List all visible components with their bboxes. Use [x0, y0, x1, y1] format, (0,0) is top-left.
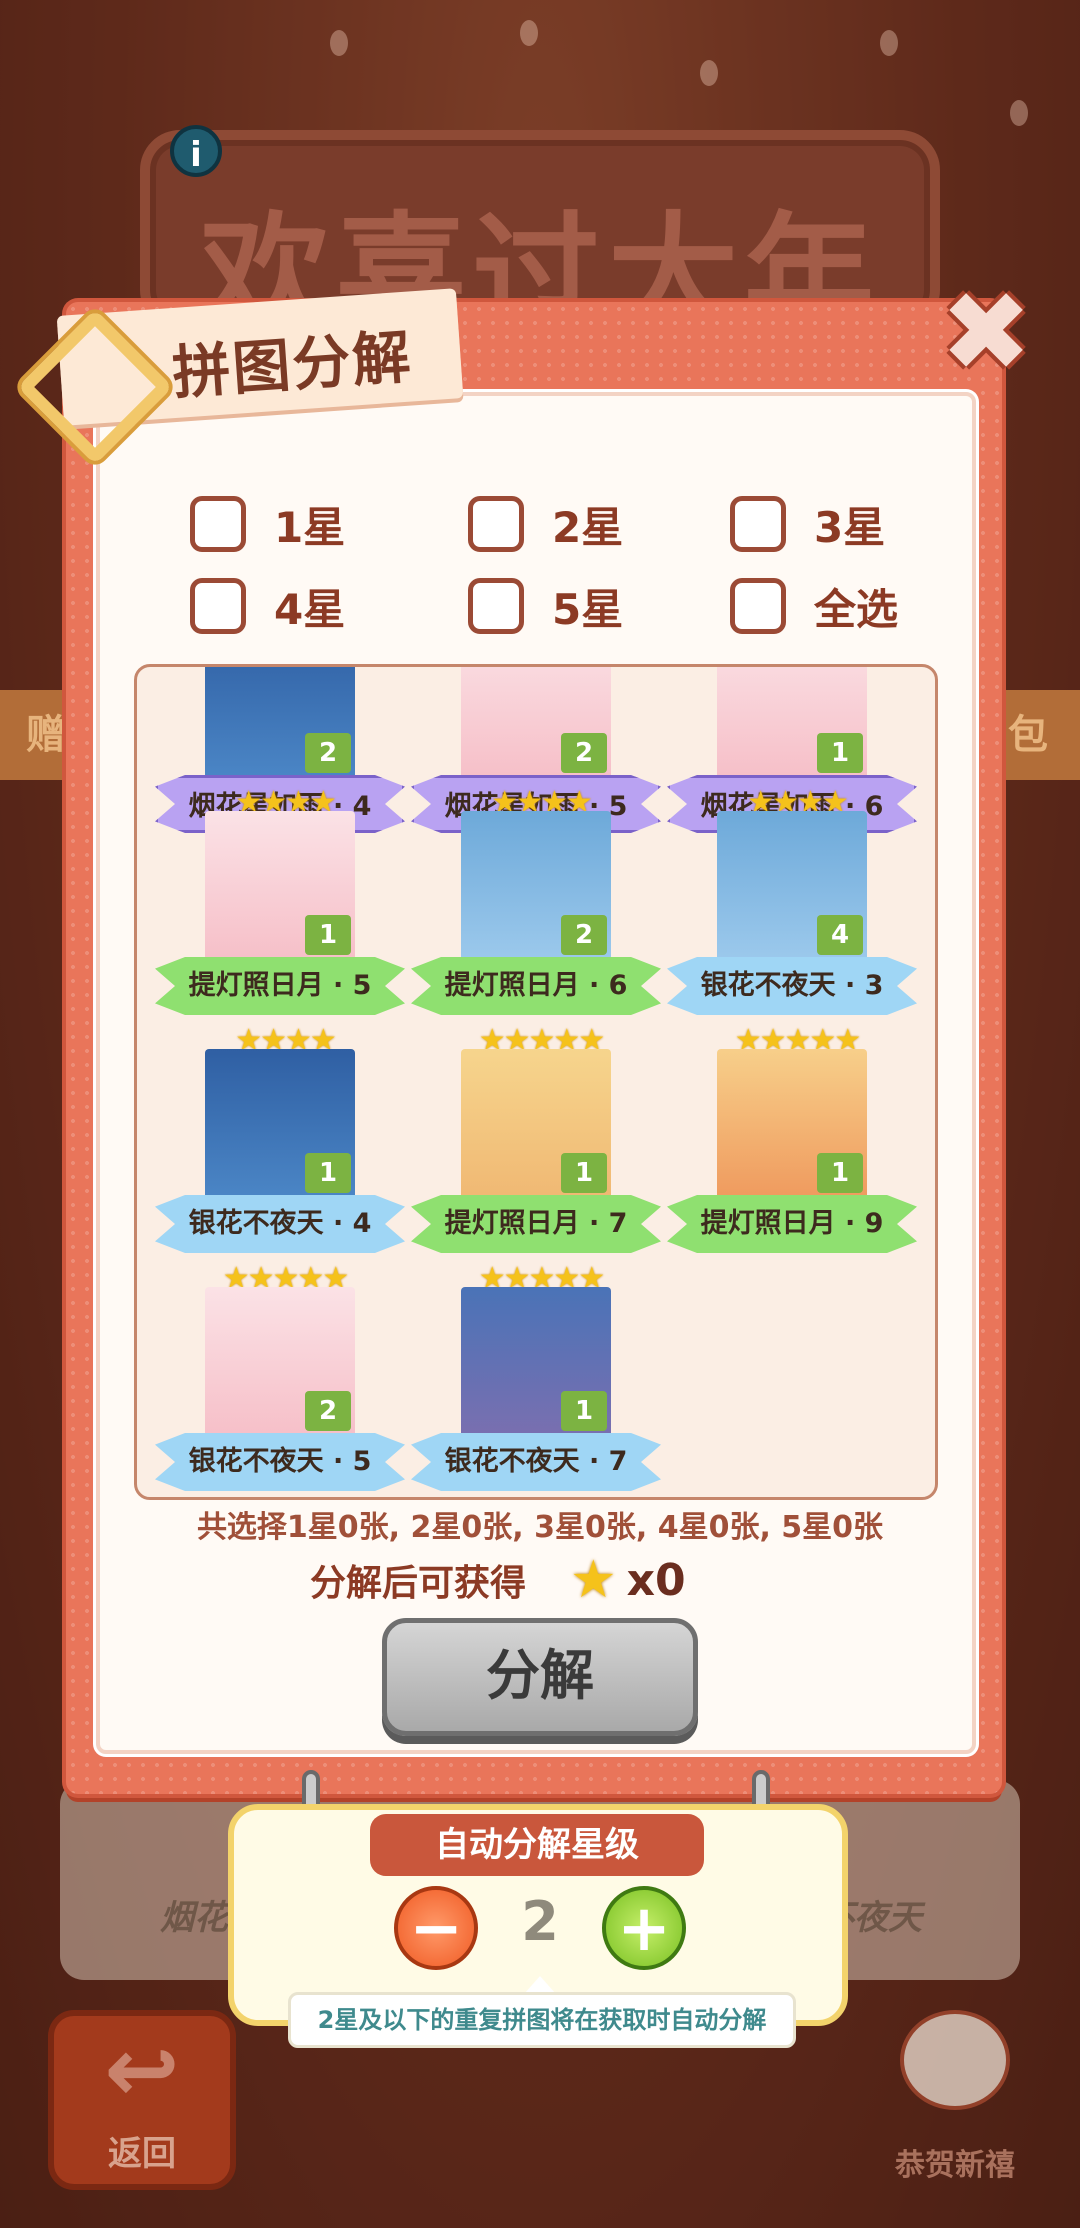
mascot-label: 恭贺新禧	[895, 2148, 1015, 2183]
decrease-star-level-button[interactable]: −	[394, 1886, 478, 1970]
checkbox-icon[interactable]	[730, 578, 786, 634]
count-badge: 2	[561, 733, 607, 773]
back-button-label: 返回	[108, 2134, 176, 2174]
puzzle-card[interactable]: ★★★★ 2 提灯照日月 · 6	[411, 785, 661, 1025]
puzzle-card[interactable]: ★★★★★ 1 提灯照日月 · 9	[667, 1023, 917, 1263]
checkbox-label: 1星	[274, 502, 346, 552]
increase-star-level-button[interactable]: +	[602, 1886, 686, 1970]
auto-decompose-title: 自动分解星级	[370, 1814, 704, 1876]
puzzle-name-ribbon: 提灯照日月 · 5	[155, 957, 405, 1015]
sparkle-decoration	[330, 30, 348, 56]
checkbox-icon[interactable]	[468, 578, 524, 634]
puzzle-card[interactable]: ★★★★ 1 提灯照日月 · 5	[155, 785, 405, 1025]
star-currency-icon: ★	[570, 1550, 617, 1610]
background-strip-right: 包	[1000, 690, 1080, 780]
background-strip-left-label: 赠	[26, 712, 66, 758]
checkbox-icon[interactable]	[468, 496, 524, 552]
filter-checkbox-4-star[interactable]: 4星	[190, 576, 345, 636]
filter-checkbox-1-star[interactable]: 1星	[190, 494, 345, 554]
reward-count: x0	[626, 1554, 686, 1606]
checkbox-label: 全选	[814, 584, 899, 634]
checkbox-label: 5星	[552, 584, 624, 634]
selection-summary: 共选择1星0张, 2星0张, 3星0张, 4星0张, 5星0张	[196, 1510, 884, 1545]
close-button[interactable]: ✖	[940, 277, 1032, 387]
event-banner: 欢喜过大年	[140, 130, 940, 351]
count-badge: 1	[305, 915, 351, 955]
checkbox-label: 3星	[814, 502, 886, 552]
puzzle-card[interactable]: ★★★★★ 2 银花不夜天 · 5	[155, 1261, 405, 1497]
checkbox-icon[interactable]	[190, 578, 246, 634]
sparkle-decoration	[520, 20, 538, 46]
puzzle-piece-grid[interactable]: 2 烟花星如雨 · 4 2 烟花星如雨 · 5 1 烟花星如雨 · 6 ★★★★…	[134, 664, 938, 1500]
filter-checkbox-select-all[interactable]: 全选	[730, 576, 898, 636]
background-strip-right-label: 包	[1008, 712, 1048, 758]
info-icon[interactable]: i	[170, 125, 222, 177]
filter-checkbox-2-star[interactable]: 2星	[468, 494, 623, 554]
mascot-decoration: 恭贺新禧	[870, 2010, 1040, 2200]
filter-checkbox-3-star[interactable]: 3星	[730, 494, 885, 554]
back-arrow-icon: ↩	[104, 2018, 180, 2123]
auto-decompose-tip: 2星及以下的重复拼图将在获取时自动分解	[288, 1992, 796, 2048]
sparkle-decoration	[1010, 100, 1028, 126]
puzzle-name-ribbon: 银花不夜天 · 4	[155, 1195, 405, 1253]
decompose-button[interactable]: 分解	[382, 1618, 698, 1736]
checkbox-icon[interactable]	[730, 496, 786, 552]
background-strip-left: 赠	[0, 690, 70, 780]
count-badge: 2	[561, 915, 607, 955]
sparkle-decoration	[880, 30, 898, 56]
count-badge: 2	[305, 1391, 351, 1431]
count-badge: 1	[817, 733, 863, 773]
count-badge: 1	[305, 1153, 351, 1193]
reward-row: 分解后可获得 ★ x0	[310, 1550, 686, 1610]
count-badge: 1	[561, 1153, 607, 1193]
puzzle-name-ribbon: 银花不夜天 · 7	[411, 1433, 661, 1491]
star-level-value: 2	[521, 1890, 559, 1953]
count-badge: 1	[817, 1153, 863, 1193]
puzzle-name-ribbon: 提灯照日月 · 9	[667, 1195, 917, 1253]
sparkle-decoration	[700, 60, 718, 86]
checkbox-icon[interactable]	[190, 496, 246, 552]
puzzle-name-ribbon: 提灯照日月 · 7	[411, 1195, 661, 1253]
puzzle-name-ribbon: 提灯照日月 · 6	[411, 957, 661, 1015]
count-badge: 4	[817, 915, 863, 955]
mascot-icon	[900, 2010, 1010, 2110]
puzzle-card[interactable]: ★★★★★ 1 提灯照日月 · 7	[411, 1023, 661, 1263]
puzzle-card[interactable]: ★★★★ 1 银花不夜天 · 4	[155, 1023, 405, 1263]
reward-label: 分解后可获得	[310, 1563, 527, 1604]
modal-title: 拼图分解	[170, 322, 415, 408]
puzzle-name-ribbon: 银花不夜天 · 5	[155, 1433, 405, 1491]
back-button[interactable]: ↩ 返回	[48, 2010, 236, 2190]
count-badge: 2	[305, 733, 351, 773]
filter-checkbox-5-star[interactable]: 5星	[468, 576, 623, 636]
puzzle-card[interactable]: ★★★★★ 1 银花不夜天 · 7	[411, 1261, 661, 1497]
puzzle-name-ribbon: 银花不夜天 · 3	[667, 957, 917, 1015]
puzzle-card[interactable]: ★★★★ 4 银花不夜天 · 3	[667, 785, 917, 1025]
checkbox-label: 4星	[274, 584, 346, 634]
count-badge: 1	[561, 1391, 607, 1431]
checkbox-label: 2星	[552, 502, 624, 552]
